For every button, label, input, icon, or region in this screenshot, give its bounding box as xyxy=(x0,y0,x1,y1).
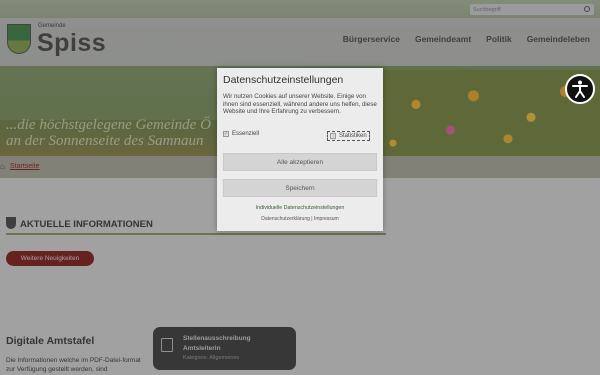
essential-checkbox: ✓ xyxy=(223,131,229,137)
essential-label: Essenziell xyxy=(232,131,260,137)
privacy-policy-link[interactable]: Datenschutzerklärung xyxy=(261,216,310,222)
accessibility-icon[interactable] xyxy=(565,74,595,104)
essential-option: ✓ Essenziell xyxy=(223,131,259,137)
consent-footer-links: Datenschutzerklärung | Impressum xyxy=(217,216,383,222)
accept-all-button[interactable]: Alle akzeptieren xyxy=(223,153,377,171)
individual-settings-link[interactable]: Individuelle Datenschutzeinstellungen xyxy=(217,205,383,211)
statistics-option[interactable]: Statistiken xyxy=(327,131,370,141)
accessibility-figure-icon xyxy=(572,80,588,98)
imprint-link[interactable]: Impressum xyxy=(314,216,339,222)
consent-description: Wir nutzen Cookies auf unserer Website. … xyxy=(223,93,377,116)
statistics-label[interactable]: Statistiken xyxy=(339,133,367,139)
cookie-consent-dialog: Datenschutzeinstellungen Wir nutzen Cook… xyxy=(217,68,383,231)
consent-title: Datenschutzeinstellungen xyxy=(223,74,344,86)
save-button[interactable]: Speichern xyxy=(223,179,377,197)
statistics-checkbox[interactable] xyxy=(330,133,336,139)
